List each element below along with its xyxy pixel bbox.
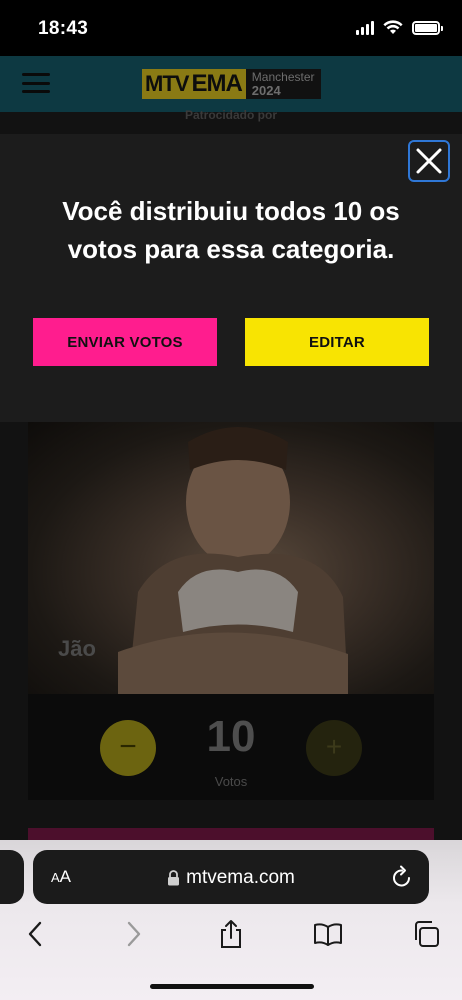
edit-votes-button[interactable]: EDITAR	[245, 318, 429, 366]
cellular-signal-icon	[356, 20, 374, 35]
back-button[interactable]	[15, 914, 55, 954]
browser-toolbar: AA mtvema.com	[0, 840, 462, 1000]
bookmarks-icon	[314, 923, 342, 946]
increase-vote-button[interactable]: +	[306, 720, 362, 776]
lock-icon	[168, 870, 180, 886]
url-text: mtvema.com	[186, 867, 295, 888]
forward-icon	[127, 921, 141, 947]
vote-panel: − 10 + Votos	[28, 694, 434, 800]
share-icon	[221, 920, 241, 948]
logo-mtv: MTV	[142, 69, 192, 99]
site-header: MTV EMA Manchester 2024	[0, 56, 462, 112]
tabs-icon	[415, 921, 439, 947]
menu-icon[interactable]	[22, 73, 50, 93]
sponsor-text: Patrocidado por	[184, 108, 277, 122]
share-button[interactable]	[211, 914, 251, 954]
logo-ema: EMA	[191, 69, 246, 99]
url-display[interactable]: mtvema.com	[33, 867, 429, 889]
close-icon	[416, 148, 442, 174]
logo-city: Manchester 2024	[245, 69, 321, 99]
artist-silhouette	[118, 427, 348, 694]
back-icon	[28, 921, 42, 947]
status-time: 18:43	[38, 18, 89, 39]
votes-complete-modal: Você distribuiu todos 10 os votos para e…	[0, 134, 462, 422]
logo-year: 2024	[251, 83, 281, 98]
address-bar[interactable]: AA mtvema.com	[33, 850, 429, 904]
battery-icon	[412, 20, 443, 35]
navigation-toolbar	[0, 914, 462, 954]
modal-title: Você distribuiu todos 10 os votos para e…	[62, 196, 400, 264]
send-votes-button[interactable]: ENVIAR VOTOS	[33, 318, 217, 366]
artist-name: Jão	[58, 636, 96, 661]
mtv-ema-logo[interactable]: MTV EMA Manchester 2024	[142, 69, 321, 99]
wifi-icon	[383, 20, 403, 34]
vote-label: Votos	[214, 774, 248, 789]
vote-count: 10	[206, 712, 256, 761]
status-icons	[356, 20, 443, 35]
previous-tab-peek[interactable]	[0, 850, 24, 904]
bookmarks-button[interactable]	[308, 914, 348, 954]
close-button[interactable]	[408, 140, 450, 182]
reload-icon[interactable]	[391, 865, 413, 889]
forward-button[interactable]	[114, 914, 154, 954]
status-bar: 18:43	[0, 0, 462, 56]
home-indicator	[150, 984, 314, 989]
tabs-button[interactable]	[406, 914, 446, 954]
